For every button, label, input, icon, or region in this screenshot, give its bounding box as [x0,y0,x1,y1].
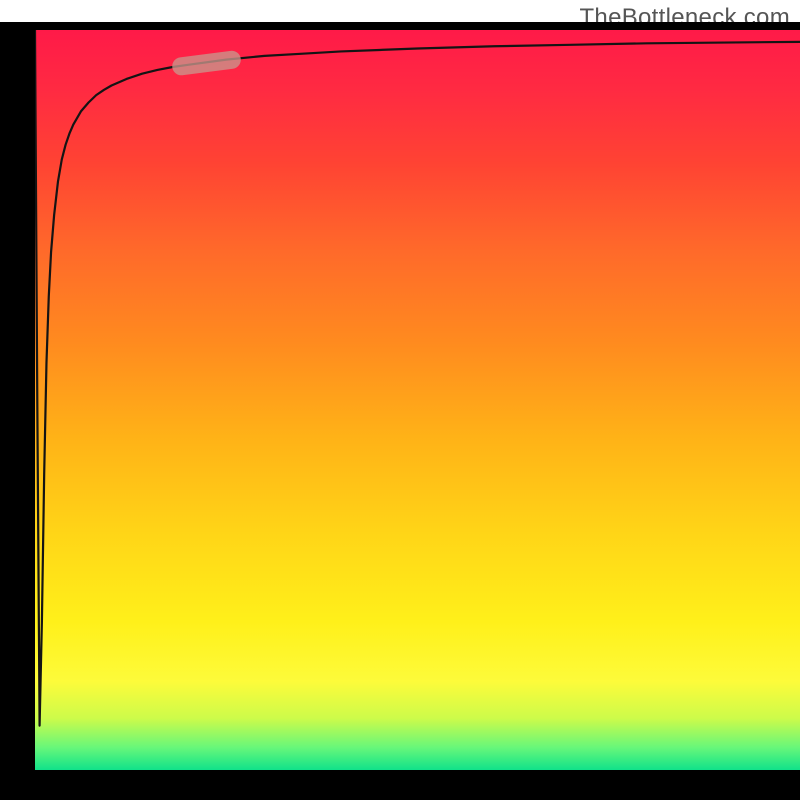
frame-border-top [0,22,800,30]
frame-border-left [0,22,35,800]
bottleneck-curve [35,30,800,726]
frame-border-bottom [0,770,800,800]
chart-canvas: TheBottleneck.com [0,0,800,800]
curve-svg [35,30,800,770]
